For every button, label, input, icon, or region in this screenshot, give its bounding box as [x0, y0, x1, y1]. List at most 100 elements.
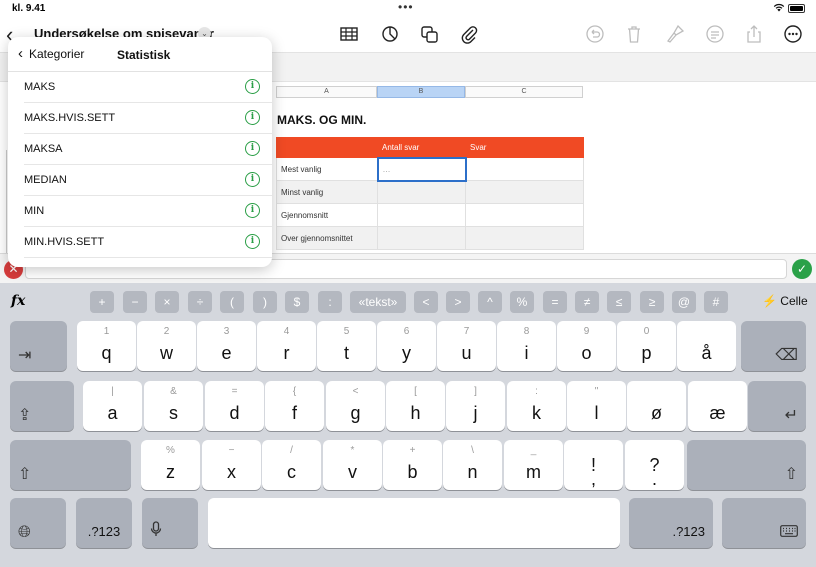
key-j[interactable]: ] j — [446, 381, 505, 431]
dictation-key[interactable] — [142, 498, 198, 548]
accept-formula-button[interactable]: ✓ — [792, 259, 812, 279]
info-icon[interactable]: i — [245, 141, 260, 156]
multitasking-dots[interactable]: ••• — [398, 0, 414, 14]
key-k[interactable]: :k — [507, 381, 566, 431]
table-title[interactable]: MAKS. OG MIN. — [277, 113, 366, 127]
key-m[interactable]: _ m — [504, 440, 563, 490]
key-question-period[interactable]: ? . — [625, 440, 684, 490]
key-n[interactable]: \ n — [443, 440, 502, 490]
key-b[interactable]: + b — [383, 440, 442, 490]
table-cell[interactable] — [465, 203, 584, 227]
table-cell[interactable] — [465, 157, 584, 181]
row-label-cell[interactable]: Over gjennomsnittet — [276, 226, 378, 250]
key-r[interactable]: 4r — [257, 321, 316, 371]
function-item-maks[interactable]: MAKS i — [24, 72, 272, 103]
tab-key[interactable]: ⇥ — [10, 321, 67, 371]
key-h[interactable]: [h — [386, 381, 445, 431]
key-e[interactable]: 3e — [197, 321, 256, 371]
function-item-min[interactable]: MIN i — [24, 196, 272, 227]
symbol-key[interactable]: # — [704, 291, 728, 313]
table-icon[interactable] — [337, 23, 361, 47]
symbol-key[interactable]: ≥ — [640, 291, 664, 313]
header-cell[interactable]: Svar — [465, 137, 584, 158]
share-icon[interactable] — [742, 23, 766, 47]
info-icon[interactable]: i — [245, 203, 260, 218]
numeric-key-left[interactable]: .?123 — [76, 498, 132, 548]
shift-key-right[interactable]: ⇧ — [687, 440, 806, 490]
key-i[interactable]: 8i — [497, 321, 556, 371]
more-icon[interactable] — [781, 23, 805, 47]
key-f[interactable]: {f — [265, 381, 324, 431]
row-label-cell[interactable]: Gjennomsnitt — [276, 203, 378, 227]
key-a[interactable]: | a — [83, 381, 142, 431]
key-q[interactable]: 1q — [77, 321, 136, 371]
key-oe[interactable]: ø — [627, 381, 686, 431]
header-cell[interactable] — [276, 137, 378, 158]
table-cell[interactable] — [377, 180, 466, 204]
paperclip-icon[interactable] — [457, 23, 481, 47]
key-u[interactable]: 7u — [437, 321, 496, 371]
function-item-maks-hvis-sett[interactable]: MAKS.HVIS.SETT i — [24, 103, 272, 134]
format-brush-icon[interactable] — [663, 23, 687, 47]
info-icon[interactable]: i — [245, 79, 260, 94]
table-cell[interactable] — [377, 203, 466, 227]
hide-keyboard-key[interactable] — [722, 498, 806, 548]
key-exclamation-comma[interactable]: ! , — [564, 440, 623, 490]
column-header-c[interactable]: C — [465, 86, 583, 98]
key-g[interactable]: < g — [326, 381, 385, 431]
symbol-key[interactable]: ^ — [478, 291, 502, 313]
comment-icon[interactable] — [703, 23, 727, 47]
key-ae[interactable]: æ — [688, 381, 747, 431]
key-y[interactable]: 6y — [377, 321, 436, 371]
symbol-key[interactable]: $ — [285, 291, 309, 313]
shapes-icon[interactable] — [418, 23, 442, 47]
key-s[interactable]: & s — [144, 381, 203, 431]
symbol-key[interactable]: % — [510, 291, 534, 313]
text-token-key[interactable]: «tekst» — [350, 291, 406, 313]
row-label-cell[interactable]: Mest vanlig — [276, 157, 378, 181]
space-bar[interactable] — [208, 498, 620, 548]
info-icon[interactable]: i — [245, 234, 260, 249]
chart-icon[interactable] — [378, 23, 402, 47]
cell-reference-button[interactable]: ⚡ Celle — [762, 294, 808, 308]
function-item-maksa[interactable]: MAKSA i — [24, 134, 272, 165]
key-t[interactable]: 5t — [317, 321, 376, 371]
symbol-key[interactable]: × — [155, 291, 179, 313]
symbol-key[interactable]: ÷ — [188, 291, 212, 313]
numeric-key-right[interactable]: .?123 — [629, 498, 713, 548]
return-key[interactable]: ↵ — [748, 381, 806, 431]
key-w[interactable]: 2w — [137, 321, 196, 371]
column-header-b[interactable]: B — [377, 86, 465, 98]
info-icon[interactable]: i — [245, 110, 260, 125]
symbol-key[interactable]: > — [446, 291, 470, 313]
symbol-key[interactable]: : — [318, 291, 342, 313]
function-item-median[interactable]: MEDIAN i — [24, 165, 272, 196]
symbol-key[interactable]: ) — [253, 291, 277, 313]
symbol-key[interactable]: − — [123, 291, 147, 313]
globe-key[interactable]: 🌐︎ — [10, 498, 66, 548]
key-c[interactable]: / c — [262, 440, 321, 490]
symbol-key[interactable]: = — [543, 291, 567, 313]
key-p[interactable]: 0p — [617, 321, 676, 371]
caps-lock-key[interactable]: ⇪ — [10, 381, 74, 431]
key-v[interactable]: * v — [323, 440, 382, 490]
key-z[interactable]: % z — [141, 440, 200, 490]
backspace-key[interactable]: ⌫ — [741, 321, 806, 371]
key-l[interactable]: " l — [567, 381, 626, 431]
active-cell[interactable]: … — [376, 156, 467, 182]
undo-icon[interactable] — [583, 23, 607, 47]
table-cell[interactable] — [377, 226, 466, 250]
symbol-key[interactable]: + — [90, 291, 114, 313]
shift-key-left[interactable]: ⇧ — [10, 440, 131, 490]
key-d[interactable]: = d — [205, 381, 264, 431]
function-key[interactable]: fx — [11, 293, 25, 309]
key-aa[interactable]: å — [677, 321, 736, 371]
delete-icon[interactable] — [622, 23, 646, 47]
column-header-a[interactable]: A — [276, 86, 377, 98]
symbol-key[interactable]: @ — [672, 291, 696, 313]
table-cell[interactable] — [465, 226, 584, 250]
info-icon[interactable]: i — [245, 172, 260, 187]
header-cell[interactable]: Antall svar — [377, 137, 466, 158]
row-label-cell[interactable]: Minst vanlig — [276, 180, 378, 204]
function-item-min-hvis-sett[interactable]: MIN.HVIS.SETT i — [24, 227, 272, 258]
